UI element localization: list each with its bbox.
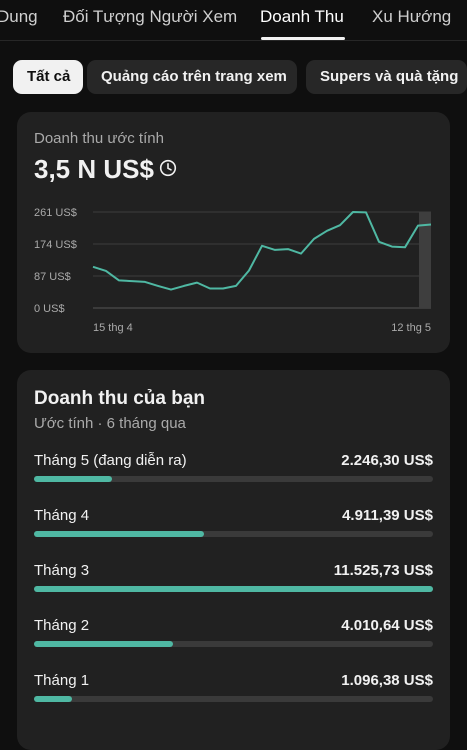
row-value: 11.525,73 US$	[333, 562, 433, 579]
y-tick-label: 174 US$	[34, 239, 77, 251]
current-period-band	[419, 212, 431, 308]
progress-track	[34, 696, 433, 702]
revenue-row-month-3: Tháng 3 11.525,73 US$	[34, 562, 433, 602]
row-label: Tháng 5 (đang diễn ra)	[34, 452, 187, 469]
progress-track	[34, 531, 433, 537]
progress-fill	[34, 641, 173, 647]
row-label: Tháng 2	[34, 617, 90, 634]
tab-audience[interactable]: Đối Tượng Người Xem	[63, 7, 237, 27]
row-value: 4.010,64 US$	[341, 617, 433, 634]
row-label: Tháng 4	[34, 507, 90, 524]
progress-fill	[34, 586, 433, 592]
tab-content[interactable]: Dung	[0, 7, 38, 27]
active-tab-indicator	[261, 37, 345, 40]
progress-track	[34, 641, 433, 647]
your-revenue-card: Doanh thu của bạn Ước tính · 6 tháng qua…	[17, 370, 450, 750]
tab-trends[interactable]: Xu Hướng	[372, 7, 451, 27]
chip-supers-gifts[interactable]: Supers và quà tặng	[306, 60, 467, 94]
progress-fill	[34, 476, 112, 482]
revenue-subtitle: Ước tính · 6 tháng qua	[34, 415, 186, 432]
progress-track	[34, 586, 433, 592]
series-line	[92, 211, 432, 291]
revenue-title: Doanh thu của bạn	[34, 388, 205, 409]
y-tick-label: 0 US$	[34, 303, 65, 315]
revenue-line-chart[interactable]: 261 US$ 174 US$ 87 US$ 0 US$ 15 thg 4 12 thg …	[17, 112, 450, 353]
tab-revenue[interactable]: Doanh Thu	[260, 7, 344, 27]
chip-watch-page-ads[interactable]: Quảng cáo trên trang xem	[87, 60, 297, 94]
revenue-row-month-5: Tháng 5 (đang diễn ra) 2.246,30 US$	[34, 452, 433, 492]
row-label: Tháng 1	[34, 672, 90, 689]
y-tick-label: 87 US$	[34, 271, 71, 283]
progress-fill	[34, 531, 204, 537]
y-tick-label: 261 US$	[34, 207, 77, 219]
progress-track	[34, 476, 433, 482]
row-value: 1.096,38 US$	[341, 672, 433, 689]
row-value: 4.911,39 US$	[342, 507, 433, 524]
revenue-row-month-4: Tháng 4 4.911,39 US$	[34, 507, 433, 547]
revenue-row-month-2: Tháng 2 4.010,64 US$	[34, 617, 433, 657]
progress-fill	[34, 696, 72, 702]
tab-bar: Dung Đối Tượng Người Xem Doanh Thu Xu Hư…	[0, 0, 467, 41]
estimated-revenue-card[interactable]: Doanh thu ước tính 3,5 N US$ 261 US$ 174 …	[17, 112, 450, 353]
row-label: Tháng 3	[34, 562, 90, 579]
row-value: 2.246,30 US$	[341, 452, 433, 469]
x-tick-label: 15 thg 4	[93, 322, 133, 334]
revenue-row-month-1: Tháng 1 1.096,38 US$	[34, 672, 433, 712]
x-tick-label: 12 thg 5	[391, 322, 431, 334]
chip-all[interactable]: Tất cả	[13, 60, 83, 94]
